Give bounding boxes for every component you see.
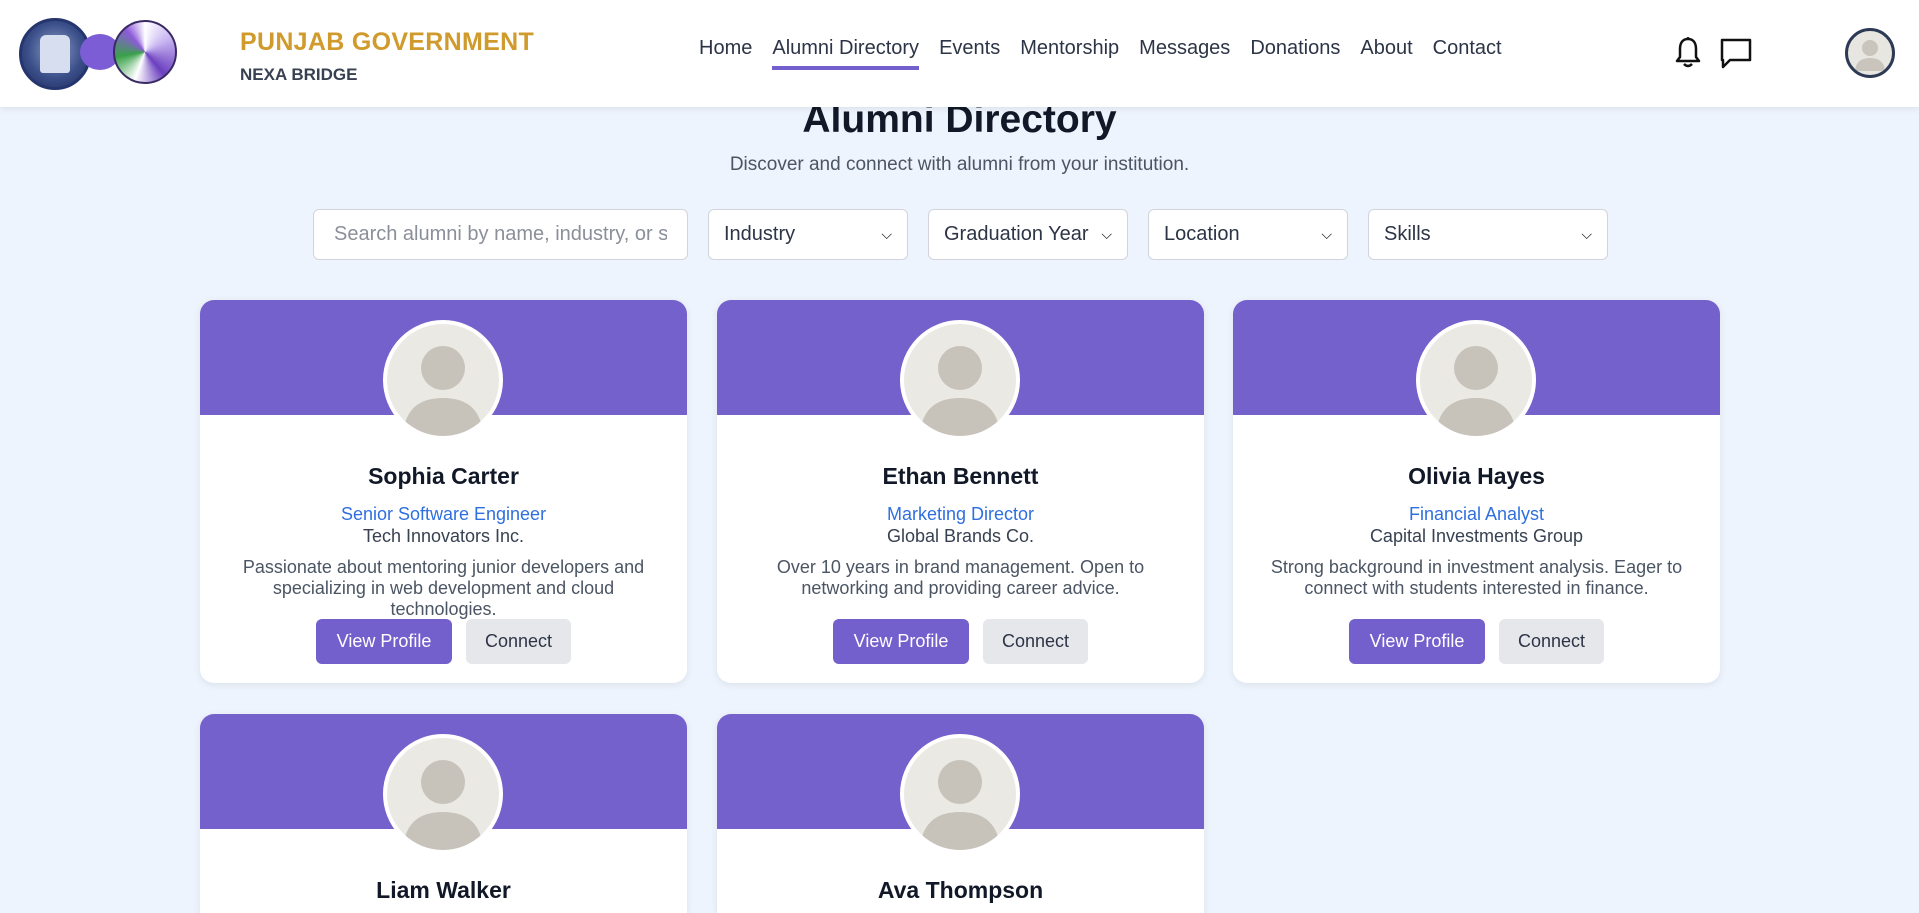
alumni-bio: Over 10 years in brand management. Open … bbox=[776, 557, 1145, 598]
skills-select-value: Skills bbox=[1384, 223, 1431, 245]
top-header: PUNJAB GOVERNMENT NEXA BRIDGE Home Alumn… bbox=[0, 0, 1919, 107]
main-nav: Home Alumni Directory Events Mentorship … bbox=[699, 37, 1502, 70]
alumni-card: Ethan Bennett Marketing Director Global … bbox=[717, 300, 1204, 683]
alumni-role: Senior Software Engineer bbox=[340, 504, 547, 524]
alumni-role: Financial Analyst bbox=[1408, 504, 1545, 524]
alumni-company: Global Brands Co. bbox=[886, 526, 1035, 546]
chevron-down-icon: ⌵ bbox=[1321, 226, 1332, 242]
nav-contact[interactable]: Contact bbox=[1433, 37, 1502, 70]
alumni-name: Liam Walker bbox=[376, 877, 511, 903]
alumni-card: Liam Walker bbox=[200, 714, 687, 913]
nexa-bridge-logo bbox=[113, 20, 177, 84]
skills-select[interactable]: Skills ⌵ bbox=[1368, 209, 1608, 260]
chevron-down-icon: ⌵ bbox=[1101, 226, 1112, 242]
industry-select[interactable]: Industry ⌵ bbox=[708, 209, 908, 260]
profile-avatar-icon bbox=[1416, 320, 1536, 440]
nav-events[interactable]: Events bbox=[939, 37, 1000, 70]
page-subtitle: Discover and connect with alumni from yo… bbox=[729, 154, 1190, 175]
chat-icon[interactable] bbox=[1719, 36, 1753, 70]
nav-about[interactable]: About bbox=[1360, 37, 1412, 70]
location-select-value: Location bbox=[1164, 223, 1240, 245]
nav-messages[interactable]: Messages bbox=[1139, 37, 1230, 70]
view-profile-button[interactable]: View Profile bbox=[833, 619, 969, 664]
alumni-card: Olivia Hayes Financial Analyst Capital I… bbox=[1233, 300, 1720, 683]
connect-button[interactable]: Connect bbox=[1499, 619, 1604, 664]
nav-alumni-directory[interactable]: Alumni Directory bbox=[772, 37, 920, 70]
nav-mentorship[interactable]: Mentorship bbox=[1020, 37, 1119, 70]
profile-avatar-icon bbox=[383, 320, 503, 440]
connect-button[interactable]: Connect bbox=[983, 619, 1088, 664]
user-avatar-icon[interactable] bbox=[1845, 28, 1895, 78]
alumni-bio: Passionate about mentoring junior develo… bbox=[242, 557, 645, 619]
alumni-company: Tech Innovators Inc. bbox=[362, 526, 525, 546]
profile-avatar-icon bbox=[900, 734, 1020, 854]
alumni-name: Ethan Bennett bbox=[882, 463, 1039, 489]
brand-subtitle: NEXA BRIDGE bbox=[240, 65, 358, 84]
nav-home[interactable]: Home bbox=[699, 37, 752, 70]
bell-icon[interactable] bbox=[1674, 36, 1702, 70]
alumni-card: Ava Thompson bbox=[717, 714, 1204, 913]
graduation-year-select[interactable]: Graduation Year ⌵ bbox=[928, 209, 1128, 260]
nav-donations[interactable]: Donations bbox=[1250, 37, 1340, 70]
location-select[interactable]: Location ⌵ bbox=[1148, 209, 1348, 260]
alumni-role: Marketing Director bbox=[886, 504, 1035, 524]
alumni-name: Olivia Hayes bbox=[1408, 463, 1545, 489]
connect-button[interactable]: Connect bbox=[466, 619, 571, 664]
profile-avatar-icon bbox=[900, 320, 1020, 440]
alumni-name: Ava Thompson bbox=[877, 877, 1044, 903]
graduation-year-select-value: Graduation Year bbox=[944, 223, 1089, 245]
brand-title: PUNJAB GOVERNMENT bbox=[240, 28, 535, 56]
industry-select-value: Industry bbox=[724, 223, 796, 245]
view-profile-button[interactable]: View Profile bbox=[1349, 619, 1485, 664]
alumni-bio: Strong background in investment analysis… bbox=[1270, 557, 1683, 598]
alumni-name: Sophia Carter bbox=[368, 463, 519, 489]
view-profile-button[interactable]: View Profile bbox=[316, 619, 452, 664]
chevron-down-icon: ⌵ bbox=[1581, 226, 1592, 242]
chevron-down-icon: ⌵ bbox=[881, 226, 892, 242]
alumni-company: Capital Investments Group bbox=[1369, 526, 1584, 546]
profile-avatar-icon bbox=[383, 734, 503, 854]
alumni-card: Sophia Carter Senior Software Engineer T… bbox=[200, 300, 687, 683]
search-input[interactable] bbox=[313, 209, 688, 260]
